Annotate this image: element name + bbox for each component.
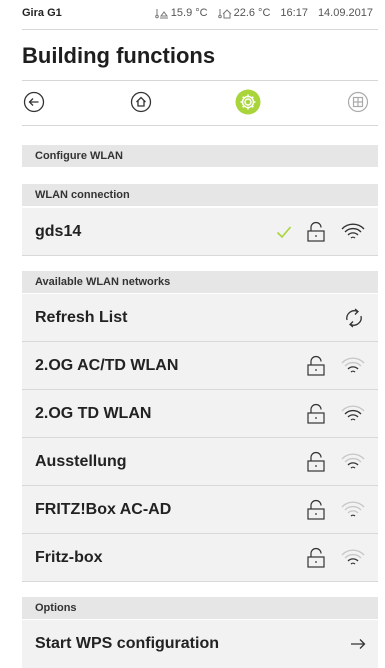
home-icon [130, 91, 152, 113]
lock-icon [307, 221, 325, 242]
connected-network-row[interactable]: gds14 [22, 208, 378, 256]
refresh-list-button[interactable]: Refresh List [22, 294, 378, 342]
device-name: Gira G1 [22, 7, 62, 19]
checkmark-icon [276, 226, 292, 239]
lock-icon [307, 403, 325, 424]
grid-view-button[interactable] [343, 87, 373, 117]
wifi-signal-icon [341, 405, 365, 421]
navigation-bar [22, 87, 378, 117]
network-name: Fritz-box [35, 549, 103, 566]
divider [22, 80, 378, 81]
date: 14.09.2017 [317, 7, 373, 19]
lock-icon [307, 547, 325, 568]
section-configure-wlan: Configure WLAN [22, 145, 378, 167]
grid-icon [347, 91, 369, 113]
network-row[interactable]: FRITZ!Box AC-AD [22, 486, 378, 534]
lock-icon [307, 499, 325, 520]
wifi-signal-icon [341, 357, 365, 373]
home-button[interactable] [126, 87, 156, 117]
refresh-list-label: Refresh List [35, 309, 128, 326]
network-name: gds14 [35, 223, 82, 240]
outdoor-temperature: 15.9 °C [154, 7, 208, 19]
start-wps-label: Start WPS configuration [35, 635, 219, 652]
network-row[interactable]: 2.OG AC/TD WLAN [22, 342, 378, 390]
wifi-signal-icon [341, 453, 365, 469]
network-name: 2.OG AC/TD WLAN [35, 357, 179, 374]
refresh-icon [346, 308, 362, 328]
outdoor-temp-icon [154, 8, 168, 18]
divider [22, 125, 378, 126]
settings-gear-icon [235, 89, 261, 115]
indoor-temp-icon [217, 8, 231, 18]
clock: 16:17 [280, 7, 308, 19]
status-bar: Gira G1 15.9 °C 22.6 °C 16:17 14.09.2017 [22, 6, 373, 20]
start-wps-button[interactable]: Start WPS configuration [22, 620, 378, 668]
network-row[interactable]: Fritz-box [22, 534, 378, 582]
network-name: 2.OG TD WLAN [35, 405, 152, 422]
page-title: Building functions [22, 43, 216, 68]
network-name: FRITZ!Box AC-AD [35, 501, 172, 518]
settings-button[interactable] [233, 87, 263, 117]
wifi-signal-icon [341, 549, 365, 565]
divider [22, 29, 378, 30]
back-button[interactable] [19, 87, 49, 117]
indoor-temperature: 22.6 °C [217, 7, 270, 19]
back-arrow-icon [23, 91, 45, 113]
wifi-signal-icon [341, 501, 365, 517]
section-wlan-connection: WLAN connection [22, 184, 378, 206]
section-options: Options [22, 597, 378, 619]
arrow-right-icon [351, 639, 366, 649]
wifi-signal-icon [341, 223, 365, 239]
lock-icon [307, 451, 325, 472]
section-available-networks: Available WLAN networks [22, 271, 378, 293]
network-row[interactable]: 2.OG TD WLAN [22, 390, 378, 438]
network-row[interactable]: Ausstellung [22, 438, 378, 486]
lock-icon [307, 355, 325, 376]
network-name: Ausstellung [35, 453, 127, 470]
